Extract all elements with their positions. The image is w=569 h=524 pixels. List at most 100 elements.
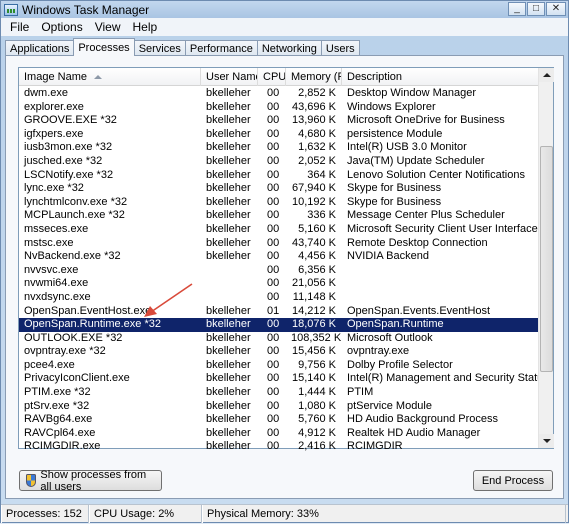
process-row[interactable]: msseces.exe bkelleher 00 5,160 K Microsoft S… [19,223,539,237]
process-row[interactable]: lynchtmlconv.exe *32 bkelleher 00 10,192 K S… [19,196,539,210]
process-description: Lenovo Solution Center Notifications [347,168,525,181]
process-cpu: 00 [267,222,280,235]
tab-users[interactable]: Users [320,40,360,56]
process-row[interactable]: jusched.exe *32 bkelleher 00 2,052 K Java(TM… [19,155,539,169]
task-manager-icon [4,3,18,16]
process-memory: 43,696 K [291,100,336,113]
process-image-name: OUTLOOK.EXE *32 [24,331,123,344]
column-image-name[interactable]: Image Name [19,68,201,86]
process-row[interactable]: MCPLaunch.exe *32 bkelleher 00 336 K Message… [19,209,539,223]
vertical-scrollbar[interactable] [538,68,554,448]
process-row[interactable]: lync.exe *32 bkelleher 00 67,940 K Skype for… [19,182,539,196]
process-row[interactable]: PrivacyIconClient.exe bkelleher 00 15,140 K… [19,372,539,386]
process-cpu: 00 [267,154,280,167]
status-physical-memory: Physical Memory: 33% [202,505,566,523]
process-memory: 18,076 K [291,318,336,331]
process-description: Java(TM) Update Scheduler [347,154,485,167]
process-row[interactable]: mstsc.exe bkelleher 00 43,740 K Remote Deskt… [19,237,539,251]
process-cpu: 00 [267,141,280,154]
process-image-name: iusb3mon.exe *32 [24,141,113,154]
menu-options[interactable]: Options [35,20,88,34]
process-user-name: bkelleher [206,250,251,263]
column-description[interactable]: Description [342,68,539,86]
process-row[interactable]: ovpntray.exe *32 bkelleher 00 15,456 K ovpnt… [19,345,539,359]
process-row[interactable]: NvBackend.exe *32 bkelleher 00 4,456 K NVIDI… [19,250,539,264]
process-row[interactable]: dwm.exe bkelleher 00 2,852 K Desktop Window … [19,87,539,101]
column-memory[interactable]: Memory (P... [286,68,342,86]
process-memory: 4,912 K [298,426,336,439]
title-bar[interactable]: Windows Task Manager _ □ ✕ [1,1,568,18]
tab-performance[interactable]: Performance [184,40,258,56]
column-label: Description [347,71,403,83]
process-row[interactable]: OUTLOOK.EXE *32 bkelleher 00 108,352 K Micro… [19,332,539,346]
scroll-down-button[interactable] [539,434,554,448]
process-cpu: 00 [267,413,280,426]
process-description: Desktop Window Manager [347,87,477,99]
process-user-name: bkelleher [206,127,251,140]
process-image-name: nvxdsync.exe [24,290,91,303]
tab-networking[interactable]: Networking [256,40,322,56]
process-user-name: bkelleher [206,331,251,344]
process-image-name: ptSrv.exe *32 [24,399,90,412]
column-cpu[interactable]: CPU [258,68,286,86]
process-cpu: 00 [267,386,280,399]
menu-view[interactable]: View [89,20,127,34]
process-row[interactable]: nvvsvc.exe 00 6,356 K [19,264,539,278]
process-row[interactable]: ptSrv.exe *32 bkelleher 00 1,080 K ptService… [19,400,539,414]
process-row[interactable]: RCIMGDIR.exe bkelleher 00 2,416 K RCIMGDIR [19,440,539,454]
process-user-name: bkelleher [206,386,251,399]
process-row[interactable]: RAVBg64.exe bkelleher 00 5,760 K HD Audio Ba… [19,413,539,427]
scroll-thumb[interactable] [540,146,553,372]
process-description: Dolby Profile Selector [347,358,453,371]
show-all-processes-button[interactable]: Show processes from all users [19,469,162,493]
process-row[interactable]: LSCNotify.exe *32 bkelleher 00 364 K Lenovo … [19,169,539,183]
process-description: Microsoft Security Client User Interface [347,222,538,235]
column-user-name[interactable]: User Name [201,68,258,86]
process-row[interactable]: nvxdsync.exe 00 11,148 K [19,291,539,305]
end-process-button[interactable]: End Process [473,470,553,491]
process-user-name: bkelleher [206,440,251,453]
process-description: NVIDIA Backend [347,250,429,263]
process-row[interactable]: nvwmi64.exe 00 21,056 K [19,277,539,291]
process-cpu: 00 [267,263,280,276]
tab-applications[interactable]: Applications [5,40,75,56]
status-bar: Processes: 152 CPU Usage: 2% Physical Me… [1,504,568,523]
column-label: Image Name [24,71,87,83]
process-memory: 6,356 K [298,263,336,276]
scroll-up-button[interactable] [539,68,554,82]
process-memory: 10,192 K [291,195,336,208]
process-row[interactable]: GROOVE.EXE *32 bkelleher 00 13,960 K Microso… [19,114,539,128]
process-cpu: 00 [267,182,280,195]
process-list[interactable]: Image Name User Name CPU Memory (P... De… [18,67,554,452]
process-row[interactable]: OpenSpan.EventHost.exe bkelleher 01 14,212 … [19,305,539,319]
process-user-name: bkelleher [206,222,251,235]
close-button[interactable]: ✕ [546,2,566,16]
process-user-name [201,277,258,291]
process-description: Windows Explorer [347,100,436,113]
process-image-name: explorer.exe [24,100,84,113]
tab-processes[interactable]: Processes [73,38,135,56]
process-user-name [201,291,258,305]
process-row[interactable]: explorer.exe bkelleher 00 43,696 K Windows E… [19,101,539,115]
process-description: ovpntray.exe [347,345,410,358]
process-row[interactable]: pcee4.exe bkelleher 00 9,756 K Dolby Profile… [19,359,539,373]
process-row[interactable]: iusb3mon.exe *32 bkelleher 00 1,632 K Intel(… [19,141,539,155]
process-image-name: GROOVE.EXE *32 [24,114,117,127]
process-cpu: 00 [267,87,280,99]
process-cpu: 00 [267,209,280,222]
process-description: persistence Module [347,127,443,140]
process-row[interactable]: PTIM.exe *32 bkelleher 00 1,444 K PTIM [19,386,539,400]
process-row[interactable]: RAVCpl64.exe bkelleher 00 4,912 K Realtek HD… [19,427,539,441]
maximize-button[interactable]: □ [527,2,545,16]
process-image-name: pcee4.exe [24,358,75,371]
process-description [342,264,539,278]
selected-process-row[interactable]: OpenSpan.Runtime.exe *32 bkelleher 00 18,07… [19,318,539,332]
menu-file[interactable]: File [4,20,35,34]
process-row[interactable]: igfxpers.exe bkelleher 00 4,680 K persistenc… [19,128,539,142]
tab-services[interactable]: Services [133,40,186,56]
menu-help[interactable]: Help [127,20,164,34]
minimize-button[interactable]: _ [508,2,526,16]
process-image-name: LSCNotify.exe *32 [24,168,114,181]
arrow-up-icon [542,73,551,77]
process-memory: 43,740 K [291,236,336,249]
